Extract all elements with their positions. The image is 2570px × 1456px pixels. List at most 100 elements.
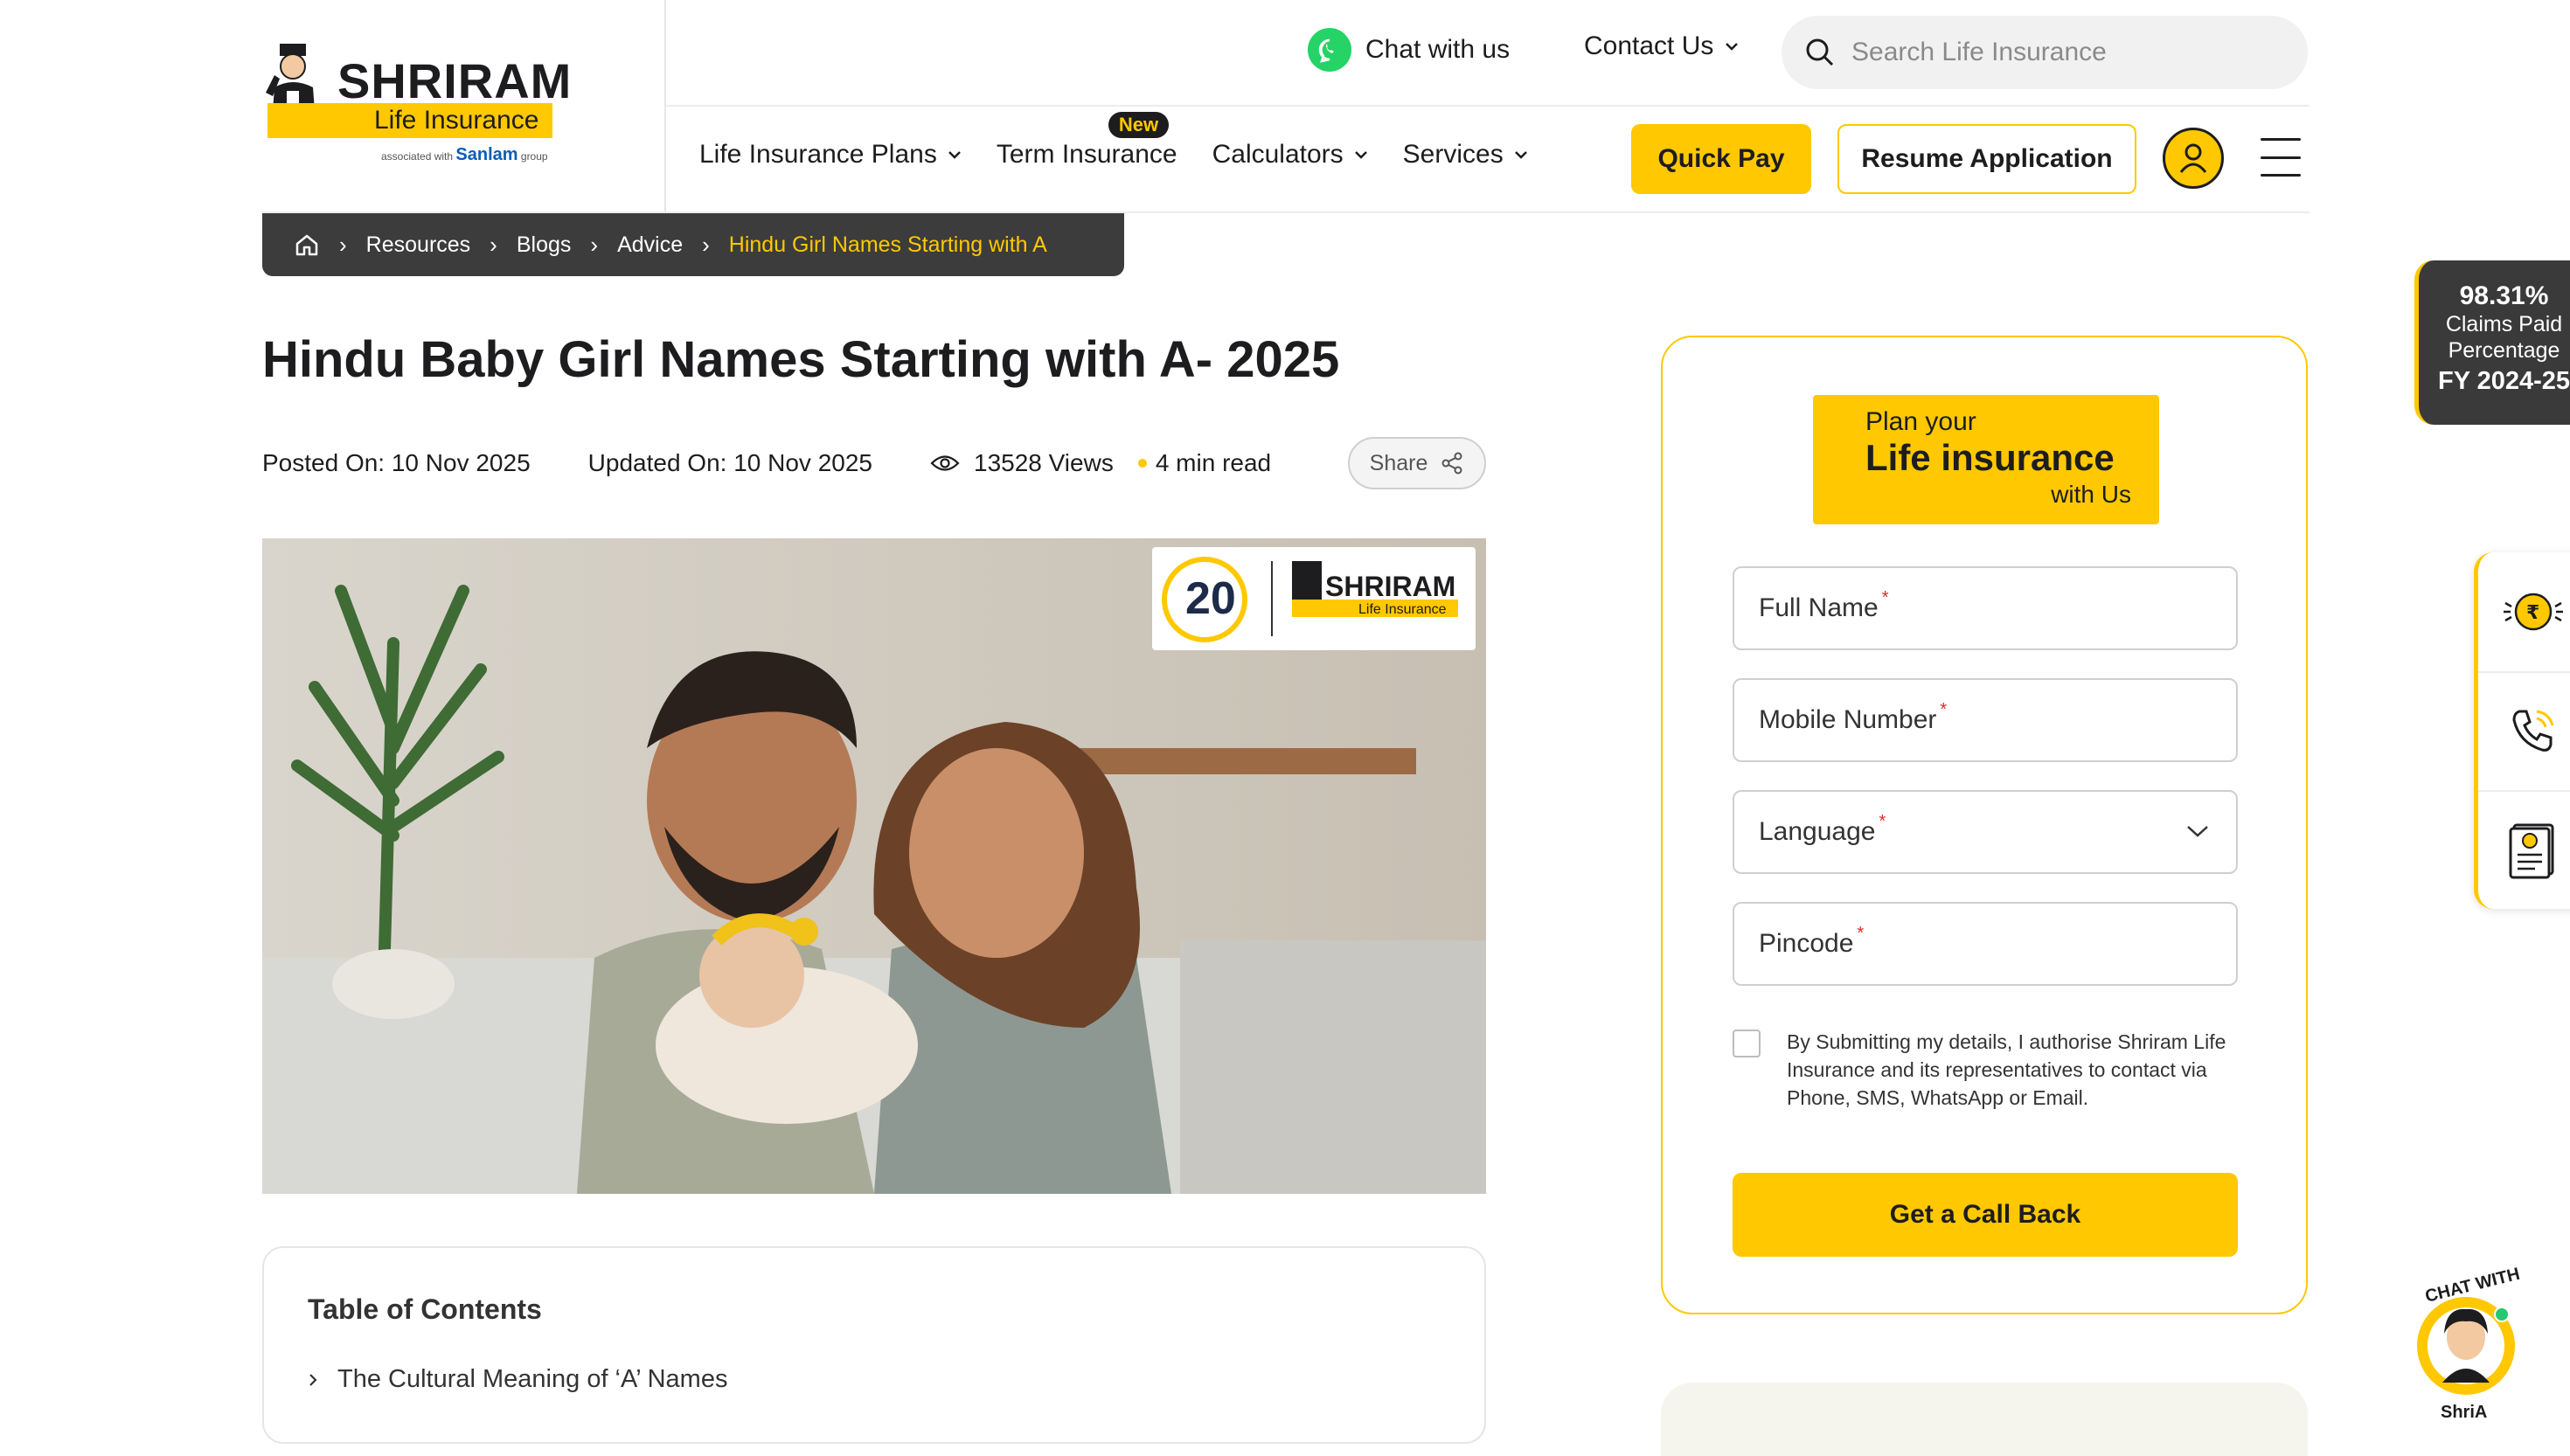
secondary-card <box>1661 1383 2308 1456</box>
quick-pay-button[interactable]: Quick Pay <box>1631 124 1811 194</box>
logo-sub: Life Insurance <box>374 106 539 135</box>
search-icon <box>1806 38 1834 66</box>
document-icon <box>2509 823 2553 879</box>
logo-partner: Sanlam <box>455 145 518 164</box>
chatbot-avatar-icon: CHAT WITH ShriA <box>2417 1265 2522 1422</box>
mobile-number-field[interactable]: Mobile Number * <box>1733 678 2238 762</box>
get-call-back-button[interactable]: Get a Call Back <box>1733 1173 2238 1257</box>
chat-with-shria-button[interactable]: CHAT WITH ShriA <box>2400 1264 2532 1422</box>
contact-us-dropdown[interactable]: Contact Us <box>1584 31 1740 61</box>
plan-line-2: Life insurance <box>1865 437 2115 478</box>
hero-image: 20 SHRIRAM Life Insurance <box>262 538 1486 1194</box>
chat-with-us-label: Chat with us <box>1365 35 1511 64</box>
quick-actions-panel: ₹ <box>2474 552 2570 909</box>
pincode-label: Pincode <box>1759 929 1854 958</box>
pincode-field[interactable]: Pincode * <box>1733 902 2238 986</box>
rupee-coin-icon: ₹ <box>2503 593 2563 631</box>
pay-premium-action[interactable]: ₹ <box>2478 552 2570 671</box>
toc-item[interactable]: The Cultural Meaning of ‘A’ Names <box>308 1365 727 1394</box>
chat-with-us-link[interactable]: Chat with us <box>1308 28 1510 72</box>
required-mark: * <box>1879 811 1886 831</box>
plan-banner: Plan your Life insurance with Us <box>1813 395 2159 524</box>
nav-label: Term Insurance <box>996 140 1177 169</box>
hero-brand-badge: 20 SHRIRAM Life Insurance <box>1152 547 1476 650</box>
logo-assoc-text: associated with <box>381 150 454 163</box>
breadcrumb-separator: › <box>339 231 347 258</box>
article-meta: Posted On: 10 Nov 2025 Updated On: 10 No… <box>262 437 1271 489</box>
hero-badge-brand: SHRIRAM <box>1325 571 1455 602</box>
chevron-right-icon <box>309 1373 317 1386</box>
anniversary-logo-icon: 20 SHRIRAM Life Insurance <box>1162 557 1458 642</box>
whatsapp-icon <box>1308 28 1351 72</box>
breadcrumb-blogs[interactable]: Blogs <box>517 232 572 258</box>
consent-row: By Submitting my details, I authorise Sh… <box>1733 1028 2241 1112</box>
toc-item-label: The Cultural Meaning of ‘A’ Names <box>337 1365 728 1393</box>
nav-label: Services <box>1402 140 1504 169</box>
chevron-down-icon <box>1354 151 1367 159</box>
toc-title: Table of Contents <box>308 1293 542 1325</box>
views-count: 13528 Views <box>930 449 1114 477</box>
user-icon <box>2179 143 2207 173</box>
language-label: Language <box>1759 817 1876 846</box>
updated-date: Updated On: 10 Nov 2025 <box>587 449 872 476</box>
plan-line-1: Plan your <box>1865 407 1976 436</box>
share-button[interactable]: Share <box>1348 437 1486 489</box>
breadcrumb-advice[interactable]: Advice <box>617 232 683 258</box>
site-header: SHRIRAM Life Insurance associated with S… <box>0 0 2570 213</box>
read-time: 4 min read <box>1155 449 1272 476</box>
svg-text:₹: ₹ <box>2526 602 2539 624</box>
nav-label: Calculators <box>1212 140 1344 169</box>
claims-fy: FY 2024-25 <box>2437 367 2570 395</box>
home-icon[interactable] <box>294 232 320 258</box>
nav-label: Life Insurance Plans <box>699 140 937 169</box>
breadcrumb-separator: › <box>490 231 497 258</box>
call-us-action[interactable] <box>2478 671 2570 790</box>
consent-text: By Submitting my details, I authorise Sh… <box>1787 1030 2226 1109</box>
nav-term-insurance[interactable]: New Term Insurance <box>996 112 1177 170</box>
breadcrumb-current: Hindu Girl Names Starting with A <box>728 232 1047 257</box>
menu-icon[interactable] <box>2261 138 2301 177</box>
logo-group: group <box>520 150 548 163</box>
nav-calculators[interactable]: Calculators <box>1212 140 1368 170</box>
claims-line-2: Percentage <box>2448 338 2560 363</box>
language-select[interactable]: Language * <box>1733 790 2238 874</box>
full-name-field[interactable]: Full Name * <box>1733 566 2238 650</box>
posted-date: Posted On: 10 Nov 2025 <box>262 449 531 476</box>
chevron-down-icon <box>1514 151 1527 159</box>
chatbot-name: ShriA <box>2441 1403 2487 1421</box>
article-title: Hindu Baby Girl Names Starting with A- 2… <box>262 331 1340 388</box>
breadcrumb-resources[interactable]: Resources <box>366 232 471 258</box>
claims-value: 98.31% <box>2459 281 2549 310</box>
nav-services[interactable]: Services <box>1403 140 1528 170</box>
claims-line-1: Claims Paid <box>2445 312 2563 336</box>
site-logo[interactable]: SHRIRAM Life Insurance associated with S… <box>262 35 571 175</box>
hero-badge-sub: Life Insurance <box>1358 602 1447 617</box>
document-action[interactable] <box>2478 790 2570 909</box>
header-row-divider <box>666 105 2310 107</box>
breadcrumb-separator: › <box>702 231 710 258</box>
user-account-button[interactable] <box>2163 128 2224 189</box>
claims-paid-badge[interactable]: 98.31% Claims Paid Percentage FY 2024-25 <box>2414 260 2570 425</box>
breadcrumb-separator: › <box>590 231 599 258</box>
hero-badge-years: 20 <box>1185 573 1236 624</box>
nav-life-insurance-plans[interactable]: Life Insurance Plans <box>699 140 962 170</box>
contact-us-label: Contact Us <box>1584 31 1714 60</box>
mobile-number-label: Mobile Number <box>1759 705 1937 734</box>
views-label: 13528 Views <box>974 449 1114 476</box>
share-icon <box>1441 452 1462 475</box>
main-nav: Life Insurance Plans New Term Insurance … <box>699 112 1563 170</box>
required-mark: * <box>1857 923 1865 943</box>
chevron-down-icon <box>948 151 961 159</box>
logo-association: associated with Sanlam group <box>381 145 548 165</box>
resume-application-button[interactable]: Resume Application <box>1837 124 2136 194</box>
search-bar <box>1782 16 2308 89</box>
table-of-contents: Table of Contents The Cultural Meaning o… <box>262 1246 1486 1444</box>
logo-brand: SHRIRAM <box>337 53 573 108</box>
consent-checkbox[interactable] <box>1733 1030 1761 1057</box>
full-name-label: Full Name <box>1759 593 1879 622</box>
phone-call-icon <box>2511 710 2553 752</box>
breadcrumb: › Resources › Blogs › Advice › Hindu Gir… <box>262 213 1124 276</box>
search-input[interactable] <box>1851 38 2271 67</box>
chevron-down-icon <box>2187 826 2208 837</box>
new-badge: New <box>1108 112 1170 138</box>
